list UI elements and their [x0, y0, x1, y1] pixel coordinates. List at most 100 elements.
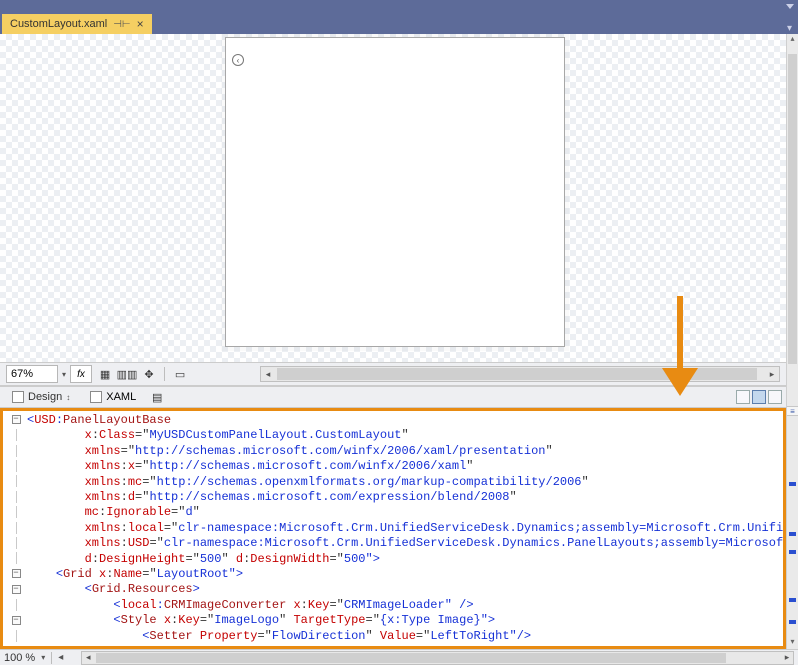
- grid-icon[interactable]: ▦: [96, 365, 114, 383]
- chevron-down-icon[interactable]: ▾: [41, 653, 45, 662]
- fold-gutter[interactable]: [5, 629, 27, 644]
- design-view-icon: [12, 391, 24, 403]
- code-pane[interactable]: −<USD:PanelLayoutBase x:Class="MyUSDCust…: [0, 408, 786, 649]
- fold-gutter[interactable]: [5, 552, 27, 567]
- scroll-thumb[interactable]: [96, 653, 726, 663]
- design-view-label: Design: [28, 391, 62, 403]
- code-content[interactable]: xmlns:USD="clr-namespace:Microsoft.Crm.U…: [27, 536, 783, 551]
- designer-horizontal-scrollbar[interactable]: ◂ ▸: [260, 366, 780, 382]
- code-line[interactable]: <local:CRMImageConverter x:Key="CRMImage…: [5, 598, 783, 613]
- fold-gutter[interactable]: −: [5, 413, 27, 428]
- code-content[interactable]: d:DesignHeight="500" d:DesignWidth="500"…: [27, 552, 783, 567]
- scroll-down-icon[interactable]: ▾: [787, 637, 798, 649]
- design-surface[interactable]: ‹: [225, 37, 565, 347]
- code-line[interactable]: − <Style x:Key="ImageLogo" TargetType="{…: [5, 613, 783, 628]
- code-line[interactable]: − <Grid.Resources>: [5, 582, 783, 597]
- code-line[interactable]: xmlns="http://schemas.microsoft.com/winf…: [5, 444, 783, 459]
- status-bar: 100 % ▾ ◂ ◂ ▸: [0, 649, 798, 665]
- chevron-up-down-icon[interactable]: ↕: [66, 393, 70, 402]
- title-strip: [0, 0, 798, 12]
- split-collapse-icon[interactable]: [768, 390, 782, 404]
- code-line[interactable]: xmlns:d="http://schemas.microsoft.com/ex…: [5, 490, 783, 505]
- scroll-marker[interactable]: [789, 620, 796, 624]
- doc-outline-icon[interactable]: ▤: [148, 388, 166, 406]
- toggle-icon[interactable]: ▭: [171, 365, 189, 383]
- fold-gutter[interactable]: −: [5, 613, 27, 628]
- fold-gutter[interactable]: [5, 490, 27, 505]
- code-line[interactable]: xmlns:x="http://schemas.microsoft.com/wi…: [5, 459, 783, 474]
- code-line[interactable]: xmlns:USD="clr-namespace:Microsoft.Crm.U…: [5, 536, 783, 551]
- code-horizontal-scrollbar[interactable]: ◂ ▸: [81, 651, 794, 665]
- nav-left-icon[interactable]: ◂: [58, 652, 63, 663]
- fold-gutter[interactable]: [5, 521, 27, 536]
- code-content[interactable]: xmlns:mc="http://schemas.openxmlformats.…: [27, 475, 783, 490]
- code-content[interactable]: xmlns:d="http://schemas.microsoft.com/ex…: [27, 490, 783, 505]
- code-line[interactable]: xmlns:local="clr-namespace:Microsoft.Crm…: [5, 521, 783, 536]
- separator: [51, 652, 52, 664]
- fold-gutter[interactable]: [5, 428, 27, 443]
- zoom-status-label: 100 %: [4, 652, 35, 664]
- designer-pane[interactable]: ‹ ▾ fx ▦ ▥▥ ✥ ▭ ◂ ▸: [0, 34, 786, 386]
- code-line[interactable]: x:Class="MyUSDCustomPanelLayout.CustomLa…: [5, 428, 783, 443]
- code-line[interactable]: <Setter Property="FlowDirection" Value="…: [5, 629, 783, 644]
- scroll-up-icon[interactable]: ▴: [787, 34, 798, 46]
- fold-gutter[interactable]: −: [5, 567, 27, 582]
- code-content[interactable]: <Grid.Resources>: [27, 582, 783, 597]
- code-content[interactable]: <Setter Property="FlowDirection" Value="…: [27, 629, 783, 644]
- view-selector-row: Design ↕ XAML ▤: [0, 386, 786, 408]
- xaml-view-icon: [90, 391, 102, 403]
- scroll-thumb[interactable]: [277, 368, 757, 380]
- scroll-right-icon[interactable]: ▸: [781, 652, 793, 663]
- design-view-tab[interactable]: Design ↕: [4, 389, 78, 405]
- code-text[interactable]: −<USD:PanelLayoutBase x:Class="MyUSDCust…: [3, 411, 783, 646]
- zoom-combo[interactable]: [6, 365, 58, 383]
- scroll-left-icon[interactable]: ◂: [82, 652, 94, 663]
- code-line[interactable]: mc:Ignorable="d": [5, 505, 783, 520]
- split-horizontal-icon[interactable]: [752, 390, 766, 404]
- snap-icon[interactable]: ▥▥: [118, 365, 136, 383]
- fold-gutter[interactable]: [5, 598, 27, 613]
- scroll-marker[interactable]: [789, 482, 796, 486]
- fold-gutter[interactable]: [5, 444, 27, 459]
- scroll-marker[interactable]: [789, 598, 796, 602]
- tab-overflow-dropdown[interactable]: ▾: [787, 23, 792, 34]
- document-tab-bar: CustomLayout.xaml ⊣⊢ × ▾: [0, 12, 798, 34]
- file-tab-label: CustomLayout.xaml: [10, 18, 107, 30]
- scroll-marker[interactable]: [789, 532, 796, 536]
- split-vertical-icon[interactable]: [736, 390, 750, 404]
- code-content[interactable]: x:Class="MyUSDCustomPanelLayout.CustomLa…: [27, 428, 783, 443]
- code-line[interactable]: −<USD:PanelLayoutBase: [5, 413, 783, 428]
- fold-gutter[interactable]: [5, 459, 27, 474]
- scroll-marker[interactable]: [789, 550, 796, 554]
- fold-gutter[interactable]: [5, 505, 27, 520]
- designer-toolbar: ▾ fx ▦ ▥▥ ✥ ▭ ◂ ▸: [0, 362, 786, 386]
- expand-marker-icon[interactable]: ‹: [232, 54, 244, 66]
- code-content[interactable]: <Grid x:Name="LayoutRoot">: [27, 567, 783, 582]
- scroll-left-icon[interactable]: ◂: [261, 369, 275, 380]
- fold-gutter[interactable]: [5, 475, 27, 490]
- code-content[interactable]: <USD:PanelLayoutBase: [27, 413, 783, 428]
- scroll-right-icon[interactable]: ▸: [765, 369, 779, 380]
- splitter-grip-icon[interactable]: ≡: [787, 406, 798, 416]
- code-content[interactable]: mc:Ignorable="d": [27, 505, 783, 520]
- code-line[interactable]: − <Grid x:Name="LayoutRoot">: [5, 567, 783, 582]
- code-content[interactable]: xmlns:x="http://schemas.microsoft.com/wi…: [27, 459, 783, 474]
- code-content[interactable]: <Style x:Key="ImageLogo" TargetType="{x:…: [27, 613, 783, 628]
- fold-gutter[interactable]: [5, 536, 27, 551]
- pin-icon[interactable]: ⊣⊢: [113, 19, 130, 30]
- xaml-view-tab[interactable]: XAML: [82, 389, 144, 405]
- close-icon[interactable]: ×: [137, 17, 144, 31]
- fit-icon[interactable]: ✥: [140, 365, 158, 383]
- fold-gutter[interactable]: −: [5, 582, 27, 597]
- file-tab[interactable]: CustomLayout.xaml ⊣⊢ ×: [2, 14, 152, 34]
- code-content[interactable]: xmlns="http://schemas.microsoft.com/winf…: [27, 444, 783, 459]
- code-line[interactable]: xmlns:mc="http://schemas.openxmlformats.…: [5, 475, 783, 490]
- chevron-down-icon[interactable]: ▾: [62, 370, 66, 379]
- code-content[interactable]: <local:CRMImageConverter x:Key="CRMImage…: [27, 598, 783, 613]
- xaml-view-label: XAML: [106, 391, 136, 403]
- code-content[interactable]: xmlns:local="clr-namespace:Microsoft.Crm…: [27, 521, 783, 536]
- scroll-thumb[interactable]: [788, 54, 797, 364]
- code-line[interactable]: d:DesignHeight="500" d:DesignWidth="500"…: [5, 552, 783, 567]
- fx-label[interactable]: fx: [70, 365, 92, 383]
- vertical-scrollbar[interactable]: ▴ ≡ ▾: [786, 34, 798, 649]
